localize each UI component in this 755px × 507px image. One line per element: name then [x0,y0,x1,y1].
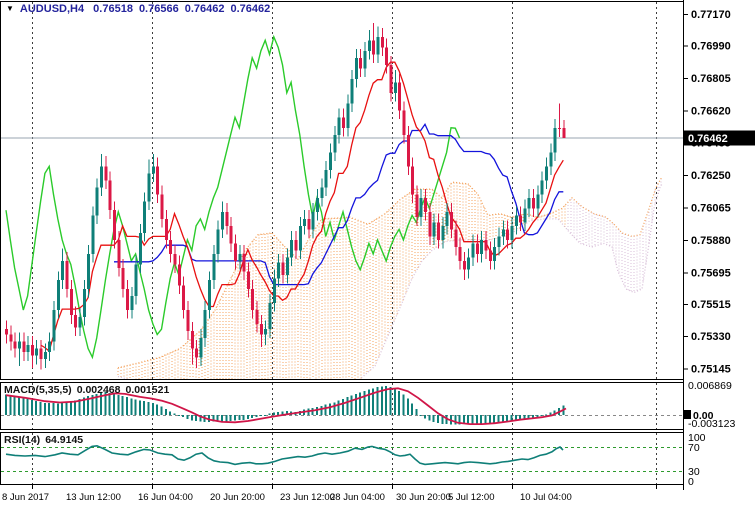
svg-text:0.76065: 0.76065 [691,203,731,215]
svg-text:0.00: 0.00 [693,410,714,422]
rsi-indicator-label: RSI(14) 64.9145 [4,434,88,446]
symbol-dropdown-icon[interactable]: ▼ [6,4,14,13]
rsi-value: 64.9145 [45,434,83,446]
svg-text:13 Jun 12:00: 13 Jun 12:00 [66,492,121,503]
svg-text:10 Jul 04:00: 10 Jul 04:00 [520,492,572,503]
time-axis: 8 Jun 2017 13 Jun 12:00 16 Jun 04:00 20 Jun… [2,485,657,503]
svg-text:0.006869: 0.006869 [688,380,732,392]
svg-text:30 Jun 20:00: 30 Jun 20:00 [396,492,451,503]
svg-text:0.76620: 0.76620 [691,105,731,117]
svg-text:5 Jul 12:00: 5 Jul 12:00 [448,492,494,503]
chart-window: 0.771700.769900.768050.766200.764350.762… [0,0,755,507]
macd-axis: 0.006869-0.0031230.00 [684,380,735,430]
svg-text:0: 0 [688,476,694,488]
price-axis: 0.771700.769900.768050.766200.764350.762… [683,9,755,376]
candlestick-layer [5,23,565,370]
ohlc-close: 0.76462 [230,3,270,15]
macd-main-value: 0.002468 [77,384,121,396]
chart-canvas[interactable]: 0.771700.769900.768050.766200.764350.762… [0,0,755,507]
svg-text:0.76990: 0.76990 [691,41,731,53]
svg-text:23 Jun 12:00: 23 Jun 12:00 [280,492,335,503]
macd-name: MACD(5,35,5) [4,384,72,396]
macd-signal-value: 0.001521 [125,384,169,396]
svg-text:0.75330: 0.75330 [691,331,731,343]
ohlc-high: 0.76566 [139,3,179,15]
svg-text:0.77170: 0.77170 [691,9,731,21]
chart-title-bar: ▼ AUDUSD,H4 0.76518 0.76566 0.76462 0.76462 [6,3,276,15]
svg-text:0.75695: 0.75695 [691,267,731,279]
ohlc-low: 0.76462 [185,3,225,15]
tenkan-sen-line [41,62,564,351]
svg-text:16 Jun 04:00: 16 Jun 04:00 [138,492,193,503]
rsi-panel [1,446,683,472]
symbol-period: AUDUSD,H4 [20,3,84,15]
svg-text:0.75515: 0.75515 [691,299,731,311]
rsi-name: RSI(14) [4,434,40,446]
ohlc-open: 0.76518 [93,3,133,15]
svg-text:0.76805: 0.76805 [691,73,731,85]
svg-text:0.76462: 0.76462 [688,133,728,145]
rsi-axis: 10070300 [688,432,706,488]
svg-text:0.75880: 0.75880 [691,235,731,247]
main-chart-layer [1,23,683,398]
svg-text:20 Jun 20:00: 20 Jun 20:00 [210,492,265,503]
svg-text:8 Jun 2017: 8 Jun 2017 [2,492,49,503]
svg-text:28 Jun 04:00: 28 Jun 04:00 [330,492,385,503]
svg-text:0.76250: 0.76250 [691,170,731,182]
svg-text:70: 70 [688,442,700,454]
svg-text:0.75145: 0.75145 [691,364,731,376]
macd-indicator-label: MACD(5,35,5) 0.002468 0.001521 [4,384,174,396]
